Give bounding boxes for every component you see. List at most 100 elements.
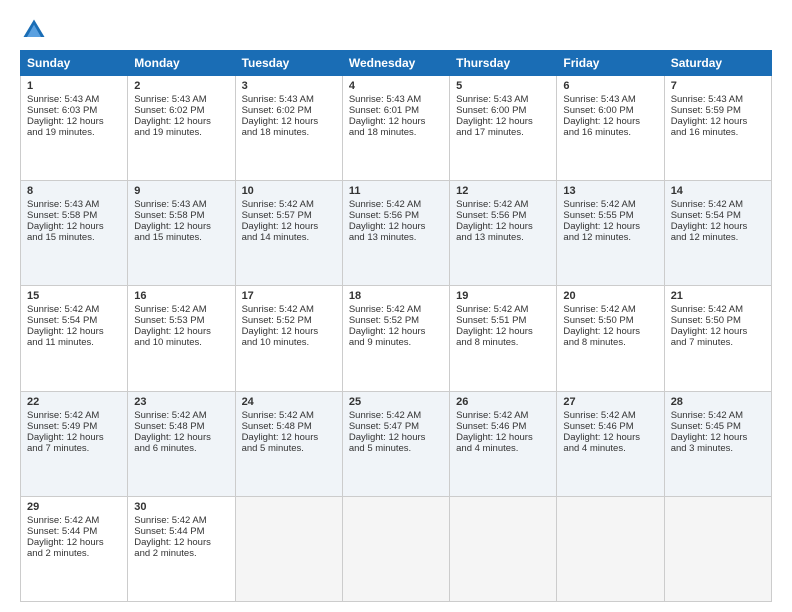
sunset-label: Sunset: 5:48 PM xyxy=(242,421,312,432)
sunrise-label: Sunrise: 5:42 AM xyxy=(671,410,743,421)
sunrise-label: Sunrise: 5:42 AM xyxy=(349,410,421,421)
calendar-cell: 1 Sunrise: 5:43 AM Sunset: 6:03 PM Dayli… xyxy=(21,76,128,181)
day-number: 25 xyxy=(349,396,443,408)
sunrise-label: Sunrise: 5:42 AM xyxy=(456,304,528,315)
sunrise-label: Sunrise: 5:42 AM xyxy=(349,304,421,315)
day-number: 9 xyxy=(134,185,228,197)
sunset-label: Sunset: 5:50 PM xyxy=(563,315,633,326)
daylight-label: Daylight: 12 hours and 13 minutes. xyxy=(349,221,426,243)
calendar-cell: 28 Sunrise: 5:42 AM Sunset: 5:45 PM Dayl… xyxy=(664,391,771,496)
day-number: 5 xyxy=(456,80,550,92)
sunrise-label: Sunrise: 5:42 AM xyxy=(349,199,421,210)
daylight-label: Daylight: 12 hours and 7 minutes. xyxy=(671,326,748,348)
daylight-label: Daylight: 12 hours and 16 minutes. xyxy=(563,116,640,138)
daylight-label: Daylight: 12 hours and 11 minutes. xyxy=(27,326,104,348)
calendar-cell: 2 Sunrise: 5:43 AM Sunset: 6:02 PM Dayli… xyxy=(128,76,235,181)
day-number: 17 xyxy=(242,290,336,302)
calendar-week-row: 29 Sunrise: 5:42 AM Sunset: 5:44 PM Dayl… xyxy=(21,496,772,601)
daylight-label: Daylight: 12 hours and 2 minutes. xyxy=(134,537,211,559)
daylight-label: Daylight: 12 hours and 12 minutes. xyxy=(671,221,748,243)
daylight-label: Daylight: 12 hours and 12 minutes. xyxy=(563,221,640,243)
sunset-label: Sunset: 5:49 PM xyxy=(27,421,97,432)
sunrise-label: Sunrise: 5:42 AM xyxy=(27,410,99,421)
calendar-cell: 11 Sunrise: 5:42 AM Sunset: 5:56 PM Dayl… xyxy=(342,181,449,286)
calendar-cell: 17 Sunrise: 5:42 AM Sunset: 5:52 PM Dayl… xyxy=(235,286,342,391)
calendar-cell: 26 Sunrise: 5:42 AM Sunset: 5:46 PM Dayl… xyxy=(450,391,557,496)
calendar-cell: 27 Sunrise: 5:42 AM Sunset: 5:46 PM Dayl… xyxy=(557,391,664,496)
sunset-label: Sunset: 5:58 PM xyxy=(27,210,97,221)
sunset-label: Sunset: 5:45 PM xyxy=(671,421,741,432)
sunset-label: Sunset: 5:44 PM xyxy=(27,526,97,537)
day-number: 26 xyxy=(456,396,550,408)
day-number: 7 xyxy=(671,80,765,92)
sunset-label: Sunset: 6:02 PM xyxy=(134,105,204,116)
calendar-week-row: 22 Sunrise: 5:42 AM Sunset: 5:49 PM Dayl… xyxy=(21,391,772,496)
day-number: 13 xyxy=(563,185,657,197)
sunset-label: Sunset: 6:00 PM xyxy=(563,105,633,116)
daylight-label: Daylight: 12 hours and 14 minutes. xyxy=(242,221,319,243)
weekday-header-friday: Friday xyxy=(557,51,664,76)
day-number: 8 xyxy=(27,185,121,197)
logo xyxy=(20,16,52,44)
day-number: 14 xyxy=(671,185,765,197)
sunrise-label: Sunrise: 5:43 AM xyxy=(27,94,99,105)
daylight-label: Daylight: 12 hours and 18 minutes. xyxy=(349,116,426,138)
daylight-label: Daylight: 12 hours and 15 minutes. xyxy=(27,221,104,243)
calendar-cell: 18 Sunrise: 5:42 AM Sunset: 5:52 PM Dayl… xyxy=(342,286,449,391)
calendar-cell: 16 Sunrise: 5:42 AM Sunset: 5:53 PM Dayl… xyxy=(128,286,235,391)
day-number: 24 xyxy=(242,396,336,408)
day-number: 22 xyxy=(27,396,121,408)
sunset-label: Sunset: 5:56 PM xyxy=(456,210,526,221)
sunset-label: Sunset: 5:51 PM xyxy=(456,315,526,326)
calendar-cell: 24 Sunrise: 5:42 AM Sunset: 5:48 PM Dayl… xyxy=(235,391,342,496)
weekday-header-monday: Monday xyxy=(128,51,235,76)
sunset-label: Sunset: 5:54 PM xyxy=(27,315,97,326)
sunset-label: Sunset: 5:59 PM xyxy=(671,105,741,116)
calendar-page: SundayMondayTuesdayWednesdayThursdayFrid… xyxy=(0,0,792,612)
daylight-label: Daylight: 12 hours and 4 minutes. xyxy=(456,432,533,454)
sunrise-label: Sunrise: 5:42 AM xyxy=(134,515,206,526)
sunrise-label: Sunrise: 5:42 AM xyxy=(563,304,635,315)
day-number: 20 xyxy=(563,290,657,302)
daylight-label: Daylight: 12 hours and 4 minutes. xyxy=(563,432,640,454)
sunset-label: Sunset: 5:55 PM xyxy=(563,210,633,221)
daylight-label: Daylight: 12 hours and 8 minutes. xyxy=(456,326,533,348)
calendar-cell: 15 Sunrise: 5:42 AM Sunset: 5:54 PM Dayl… xyxy=(21,286,128,391)
sunrise-label: Sunrise: 5:43 AM xyxy=(671,94,743,105)
sunrise-label: Sunrise: 5:42 AM xyxy=(671,199,743,210)
sunrise-label: Sunrise: 5:42 AM xyxy=(456,199,528,210)
daylight-label: Daylight: 12 hours and 3 minutes. xyxy=(671,432,748,454)
weekday-header-tuesday: Tuesday xyxy=(235,51,342,76)
sunset-label: Sunset: 5:44 PM xyxy=(134,526,204,537)
day-number: 1 xyxy=(27,80,121,92)
calendar-week-row: 1 Sunrise: 5:43 AM Sunset: 6:03 PM Dayli… xyxy=(21,76,772,181)
sunset-label: Sunset: 6:02 PM xyxy=(242,105,312,116)
sunrise-label: Sunrise: 5:43 AM xyxy=(563,94,635,105)
sunrise-label: Sunrise: 5:42 AM xyxy=(563,199,635,210)
sunset-label: Sunset: 5:52 PM xyxy=(242,315,312,326)
sunrise-label: Sunrise: 5:42 AM xyxy=(27,304,99,315)
daylight-label: Daylight: 12 hours and 2 minutes. xyxy=(27,537,104,559)
daylight-label: Daylight: 12 hours and 9 minutes. xyxy=(349,326,426,348)
sunrise-label: Sunrise: 5:43 AM xyxy=(27,199,99,210)
daylight-label: Daylight: 12 hours and 8 minutes. xyxy=(563,326,640,348)
calendar-cell: 29 Sunrise: 5:42 AM Sunset: 5:44 PM Dayl… xyxy=(21,496,128,601)
weekday-header-wednesday: Wednesday xyxy=(342,51,449,76)
calendar-cell xyxy=(664,496,771,601)
day-number: 18 xyxy=(349,290,443,302)
calendar-body: 1 Sunrise: 5:43 AM Sunset: 6:03 PM Dayli… xyxy=(21,76,772,602)
sunset-label: Sunset: 5:52 PM xyxy=(349,315,419,326)
day-number: 6 xyxy=(563,80,657,92)
calendar-header-row: SundayMondayTuesdayWednesdayThursdayFrid… xyxy=(21,51,772,76)
day-number: 3 xyxy=(242,80,336,92)
daylight-label: Daylight: 12 hours and 7 minutes. xyxy=(27,432,104,454)
day-number: 15 xyxy=(27,290,121,302)
day-number: 30 xyxy=(134,501,228,513)
day-number: 29 xyxy=(27,501,121,513)
calendar-cell xyxy=(557,496,664,601)
sunset-label: Sunset: 6:03 PM xyxy=(27,105,97,116)
day-number: 23 xyxy=(134,396,228,408)
calendar-cell: 21 Sunrise: 5:42 AM Sunset: 5:50 PM Dayl… xyxy=(664,286,771,391)
calendar-table: SundayMondayTuesdayWednesdayThursdayFrid… xyxy=(20,50,772,602)
day-number: 28 xyxy=(671,396,765,408)
